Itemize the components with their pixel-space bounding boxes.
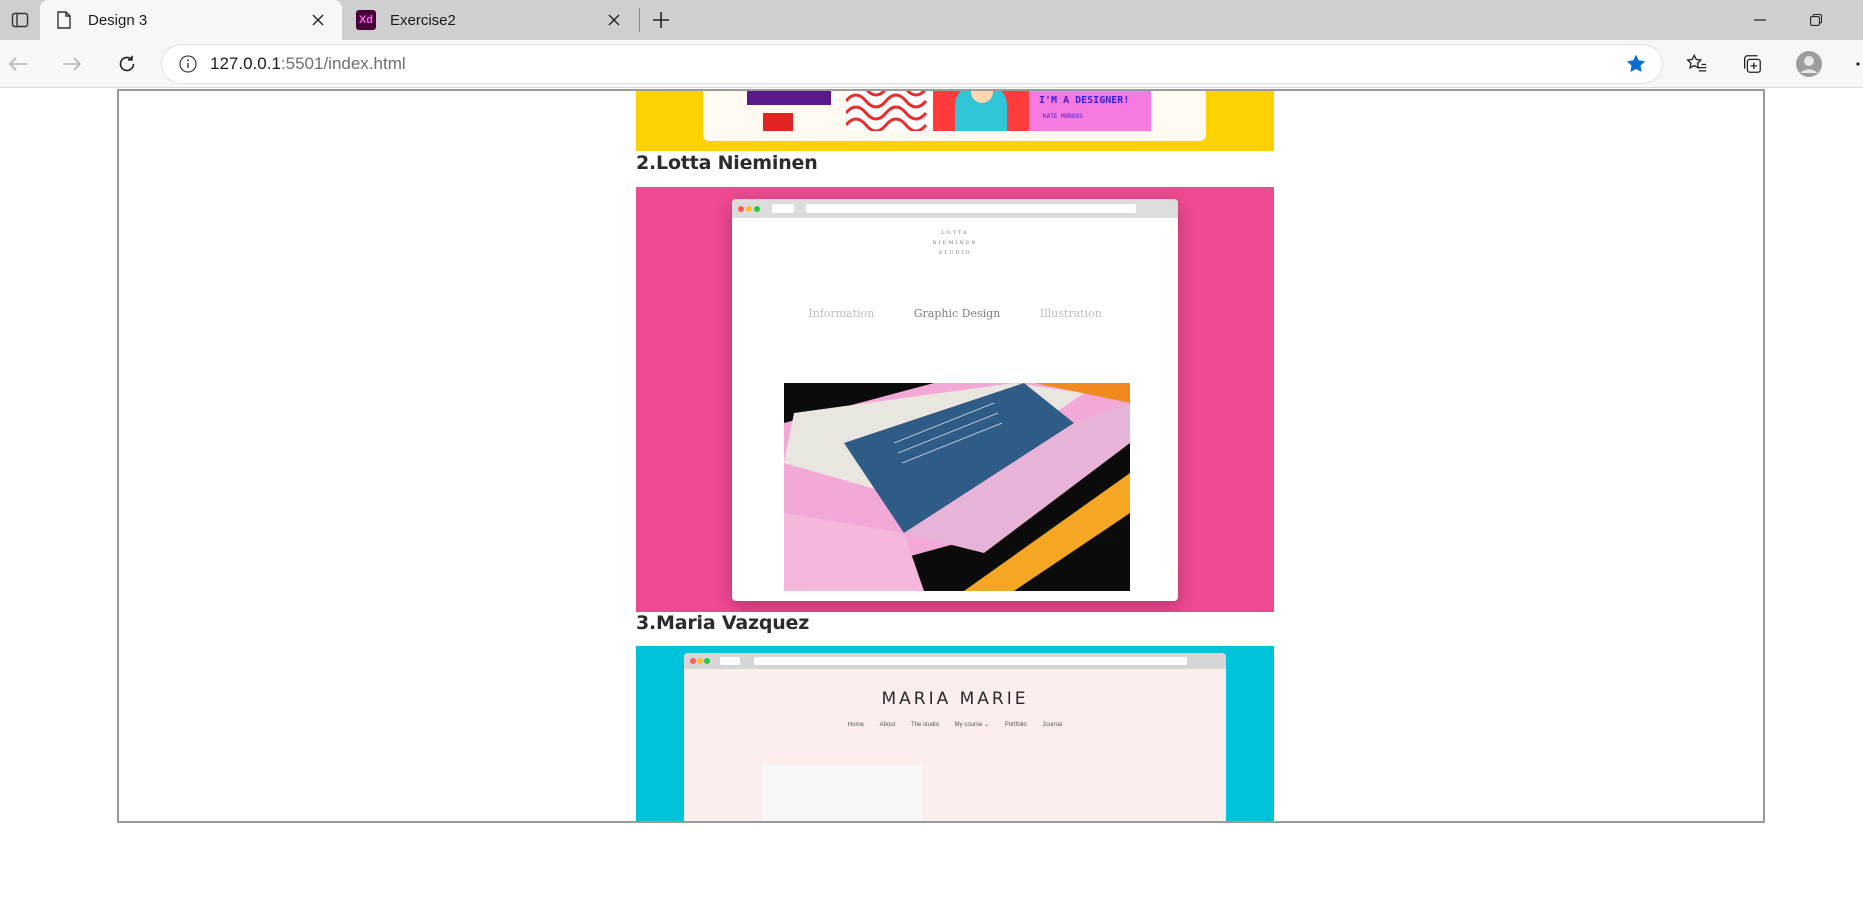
site-preview-2[interactable]: LOTTA NIEMINEN STUDIO Information Graphi… [636,187,1274,612]
more-menu-button[interactable] [1846,46,1863,82]
site-3-url-field [754,657,1187,665]
site-2-logo-line: STUDIO [938,250,972,256]
favorite-star-icon[interactable] [1624,52,1648,76]
tab-divider [639,8,640,32]
site-3-menu-item: My course ⌄ [954,722,990,728]
site-1-sticker-sub: KATE MOROSS [1043,113,1083,120]
reload-icon [119,55,135,72]
close-tab-button[interactable] [602,8,626,32]
site-2-book-photo [784,383,1130,591]
site-2-nav-buttons [772,204,794,213]
site-3-browser-bar [684,653,1226,669]
site-1-pattern [846,91,932,131]
arrow-left-icon [8,57,27,71]
browser-toolbar: 127.0.0.1:5501/index.html [0,40,1863,88]
traffic-light-icon [697,658,703,664]
xd-icon-label: Xd [356,10,376,30]
collections-button[interactable] [1734,46,1770,82]
site-3-nav-buttons [720,657,740,665]
site-2-menu-item: Graphic Design [913,307,1001,320]
traffic-light-icon [754,206,760,212]
site-1-sticker-text: I'M A DESIGNER! [1039,95,1130,106]
minimize-button[interactable] [1732,0,1788,40]
traffic-light-icon [738,206,744,212]
restore-button[interactable] [1788,0,1844,40]
site-1-mockup: I'M A DESIGNER! KATE MOROSS [703,91,1206,141]
collections-icon [1744,55,1761,73]
site-1-sticker: I'M A DESIGNER! KATE MOROSS [1029,91,1151,131]
site-1-purple-tile [747,91,831,105]
site-info-icon[interactable] [176,52,200,76]
site-2-browser-bar [732,199,1178,218]
tab-title: Exercise2 [390,11,456,29]
site-3-menu: Home About The studio My course ⌄ Portfo… [684,721,1226,728]
tab-actions-button[interactable] [0,0,40,40]
site-3-menu-item: Home [847,722,864,728]
tab-title: Design 3 [88,11,148,29]
arrow-right-icon [63,57,82,71]
site-preview-1: I'M A DESIGNER! KATE MOROSS [636,91,1274,151]
site-2-menu: Information Graphic Design Illustration [732,307,1178,320]
page-icon [54,10,74,30]
traffic-light-icon [690,658,696,664]
site-3-menu-item: Portfolio [1004,722,1027,728]
favorites-icon [1686,53,1707,72]
traffic-light-icon [704,658,710,664]
favorites-button[interactable] [1679,46,1715,82]
site-3-mockup: MARIA MARIE Home About The studio My cou… [684,653,1226,821]
ellipsis-icon [1856,62,1860,66]
site-3-image-left [762,765,922,821]
site-2-menu-item: Illustration [1039,307,1102,320]
close-icon [608,14,620,26]
site-2-logo: LOTTA NIEMINEN STUDIO [732,228,1178,258]
section-heading-lotta: 2.Lotta Nieminen [636,152,818,174]
site-preview-3[interactable]: MARIA MARIE Home About The studio My cou… [636,646,1274,821]
site-2-logo-line: NIEMINEN [932,240,978,246]
tab-design-3[interactable]: Design 3 [40,0,342,40]
minimize-icon [1754,19,1766,21]
new-tab-button[interactable] [644,4,678,36]
site-2-url-field [806,204,1136,213]
forward-button[interactable] [54,46,90,82]
avatar-icon [1796,51,1822,77]
url-path: :5501/index.html [280,54,406,73]
profile-button[interactable] [1791,46,1827,82]
site-3-menu-item: Journal [1042,722,1063,728]
url-text: 127.0.0.1:5501/index.html [210,54,406,74]
designer-list: I'M A DESIGNER! KATE MOROSS 2.Lotta Niem… [636,91,1274,821]
tab-actions-icon [11,12,29,28]
close-tab-button[interactable] [306,8,330,32]
site-3-menu-item: The studio [910,722,939,728]
site-1-red-tile [763,113,793,131]
restore-icon [1810,14,1822,26]
site-1-photo [933,91,1029,131]
tab-exercise2[interactable]: Xd Exercise2 [342,0,638,40]
site-2-logo-line: LOTTA [941,230,969,236]
close-icon [312,14,324,26]
reload-button[interactable] [109,46,145,82]
tab-strip: Design 3 Xd Exercise2 [0,0,1863,40]
section-heading-maria: 3.Maria Vazquez [636,612,810,634]
traffic-light-icon [746,206,752,212]
site-2-mockup: LOTTA NIEMINEN STUDIO Information Graphi… [732,199,1178,601]
address-bar[interactable]: 127.0.0.1:5501/index.html [162,45,1662,83]
site-3-title: MARIA MARIE [881,689,1029,709]
page-viewport: I'M A DESIGNER! KATE MOROSS 2.Lotta Niem… [117,89,1765,823]
back-button[interactable] [0,46,36,82]
site-2-menu-item: Information [808,307,875,320]
site-3-menu-item: About [879,722,896,728]
url-host: 127.0.0.1 [210,54,281,73]
xd-icon: Xd [356,10,376,30]
plus-icon [653,12,669,28]
